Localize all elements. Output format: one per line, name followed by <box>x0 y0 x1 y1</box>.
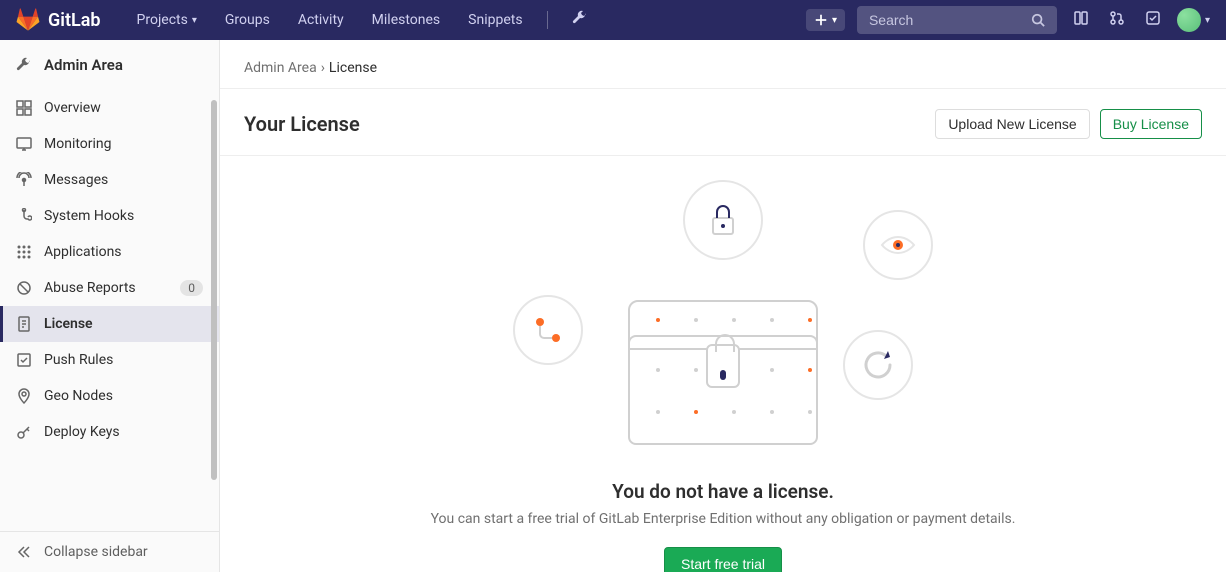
breadcrumb: Admin Area › License <box>220 40 1226 89</box>
search-box[interactable] <box>857 6 1057 34</box>
breadcrumb-separator: › <box>321 60 325 76</box>
new-dropdown-button[interactable]: ▾ <box>806 9 845 31</box>
abuse-badge: 0 <box>180 280 203 296</box>
search-input[interactable] <box>869 12 1029 28</box>
empty-state-title: You do not have a license. <box>244 480 1202 503</box>
sidebar-item-label: Push Rules <box>44 352 113 368</box>
empty-state-text: You can start a free trial of GitLab Ent… <box>244 511 1202 527</box>
sidebar-item-license[interactable]: License <box>0 306 219 342</box>
broadcast-icon <box>16 172 32 188</box>
merge-requests-icon[interactable] <box>1105 6 1129 34</box>
key-icon <box>16 424 32 440</box>
page-title: Your License <box>244 112 360 136</box>
sidebar-item-label: License <box>44 316 93 332</box>
search-icon <box>1031 13 1045 27</box>
sidebar-item-label: Messages <box>44 172 108 188</box>
brand-name: GitLab <box>48 10 101 31</box>
breadcrumb-root[interactable]: Admin Area <box>244 60 317 76</box>
collapse-label: Collapse sidebar <box>44 544 148 560</box>
sidebar-item-system-hooks[interactable]: System Hooks <box>0 198 219 234</box>
sidebar-item-push-rules[interactable]: Push Rules <box>0 342 219 378</box>
illustration-chest <box>628 300 818 445</box>
nav-milestones[interactable]: Milestones <box>360 4 453 36</box>
sidebar: Admin Area Overview Monitoring Messages … <box>0 40 220 572</box>
nav-separator <box>547 11 548 29</box>
todos-icon[interactable] <box>1141 6 1165 34</box>
hook-icon <box>16 208 32 224</box>
chevron-down-icon: ▾ <box>832 15 837 26</box>
sidebar-header[interactable]: Admin Area <box>0 40 219 90</box>
overview-icon <box>16 100 32 116</box>
nav-projects[interactable]: Projects ▾ <box>125 4 209 36</box>
sidebar-item-label: Monitoring <box>44 136 112 152</box>
plus-icon <box>814 13 828 27</box>
nav-activity[interactable]: Activity <box>286 4 356 36</box>
user-menu[interactable]: ▾ <box>1177 8 1210 32</box>
nav-snippets[interactable]: Snippets <box>456 4 534 36</box>
empty-state: You do not have a license. You can start… <box>220 156 1226 572</box>
sidebar-item-label: System Hooks <box>44 208 134 224</box>
chevron-down-icon: ▾ <box>192 15 197 26</box>
sidebar-item-applications[interactable]: Applications <box>0 234 219 270</box>
start-free-trial-button[interactable]: Start free trial <box>664 547 782 572</box>
wrench-icon <box>16 57 32 73</box>
abuse-icon <box>16 280 32 296</box>
license-illustration <box>513 180 933 460</box>
gitlab-logo[interactable]: GitLab <box>16 8 101 32</box>
page-header: Your License Upload New License Buy Lice… <box>220 89 1226 156</box>
geo-icon <box>16 388 32 404</box>
applications-icon <box>16 244 32 260</box>
chevron-down-icon: ▾ <box>1205 15 1210 26</box>
collapse-sidebar[interactable]: Collapse sidebar <box>0 531 219 572</box>
sidebar-item-label: Overview <box>44 100 101 116</box>
sidebar-item-label: Geo Nodes <box>44 388 113 404</box>
top-navbar: GitLab Projects ▾ Groups Activity Milest… <box>0 0 1226 40</box>
illustration-eye-icon <box>863 210 933 280</box>
user-avatar <box>1177 8 1201 32</box>
sidebar-item-messages[interactable]: Messages <box>0 162 219 198</box>
main-content: Admin Area › License Your License Upload… <box>220 40 1226 572</box>
nav-groups[interactable]: Groups <box>213 4 282 36</box>
sidebar-item-deploy-keys[interactable]: Deploy Keys <box>0 414 219 450</box>
sidebar-item-label: Deploy Keys <box>44 424 120 440</box>
sidebar-scrollbar[interactable] <box>211 100 217 480</box>
illustration-lock-icon <box>683 180 763 260</box>
issues-icon[interactable] <box>1069 6 1093 34</box>
gitlab-tanuki-icon <box>16 8 40 32</box>
illustration-refresh-icon <box>843 330 913 400</box>
sidebar-item-monitoring[interactable]: Monitoring <box>0 126 219 162</box>
monitor-icon <box>16 136 32 152</box>
buy-license-button[interactable]: Buy License <box>1100 109 1202 139</box>
sidebar-item-geo-nodes[interactable]: Geo Nodes <box>0 378 219 414</box>
sidebar-title: Admin Area <box>44 56 123 74</box>
push-rules-icon <box>16 352 32 368</box>
illustration-branch-icon <box>513 295 583 365</box>
breadcrumb-current: License <box>329 60 377 76</box>
license-icon <box>16 316 32 332</box>
sidebar-item-abuse-reports[interactable]: Abuse Reports 0 <box>0 270 219 306</box>
admin-wrench-icon[interactable] <box>560 10 600 30</box>
sidebar-item-label: Applications <box>44 244 122 260</box>
chevron-double-left-icon <box>16 544 32 560</box>
sidebar-item-label: Abuse Reports <box>44 280 136 296</box>
sidebar-item-overview[interactable]: Overview <box>0 90 219 126</box>
upload-license-button[interactable]: Upload New License <box>935 109 1089 139</box>
